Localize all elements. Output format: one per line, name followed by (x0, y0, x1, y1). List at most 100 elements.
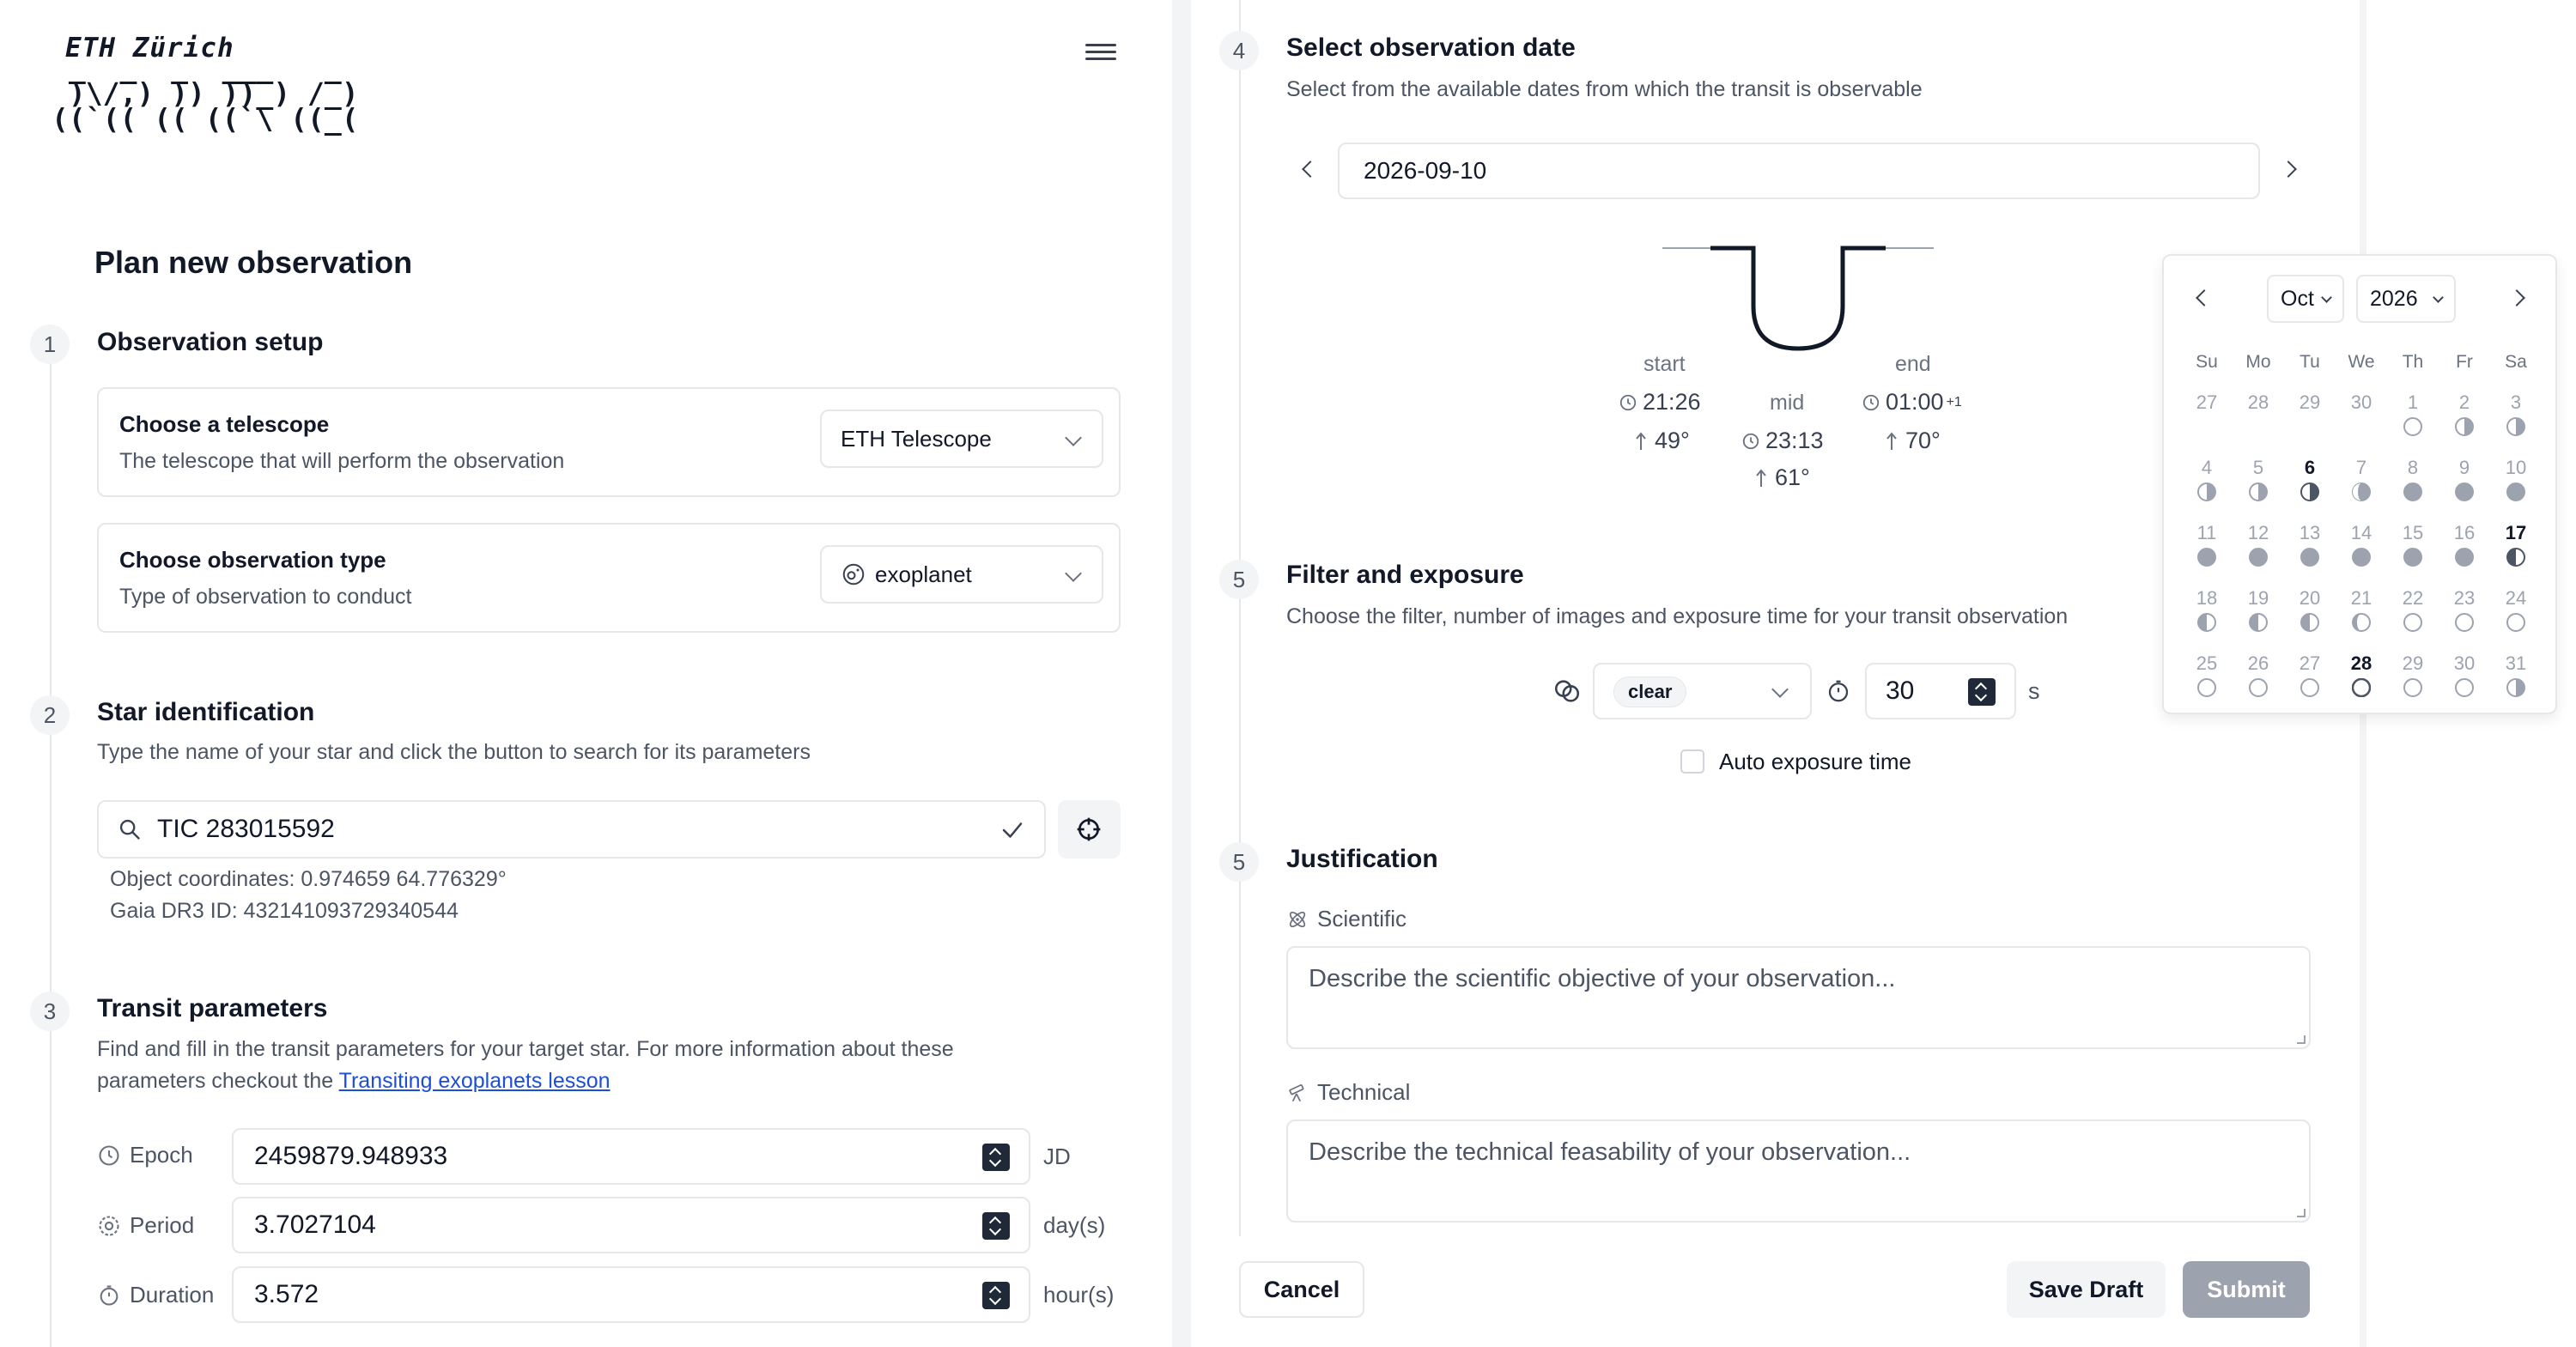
scientific-textarea-box (1286, 946, 2311, 1049)
moon-phase-icon (2455, 613, 2474, 632)
star-search-button[interactable] (1058, 800, 1121, 859)
calendar-day[interactable]: 14 (2336, 522, 2387, 579)
menu-icon[interactable] (1084, 39, 1118, 67)
section-desc-transit: Find and fill in the transit parameters … (97, 1037, 954, 1093)
moon-phase-icon (2506, 678, 2525, 697)
transit-curve (1662, 246, 1934, 351)
calendar-day-number: 28 (2350, 652, 2372, 674)
epoch-stepper[interactable] (982, 1144, 1010, 1171)
calendar-year-select[interactable]: 2026 (2356, 275, 2456, 323)
calendar-day[interactable]: 28 (2233, 391, 2284, 448)
logo-art: ̅)\/̅,) ̅)) ̅)̅)̅_) /̅_) ((`(( (( ((`\ ((… (52, 76, 359, 136)
period-label: Period (97, 1212, 194, 1239)
calendar-day[interactable]: 23 (2439, 587, 2490, 644)
step-number: 2 (30, 695, 70, 735)
calendar-day-number: 4 (2201, 457, 2213, 478)
clock-icon (1742, 433, 1759, 449)
calendar-day[interactable]: 11 (2181, 522, 2233, 579)
calendar-day-number: 28 (2247, 391, 2269, 413)
calendar-day[interactable]: 2 (2439, 391, 2490, 448)
filter-chip: clear (1613, 677, 1687, 707)
calendar-day[interactable]: 12 (2233, 522, 2284, 579)
timer-icon (1828, 680, 1849, 702)
calendar-prev-month-button[interactable] (2186, 283, 2217, 314)
calendar-day[interactable]: 1 (2387, 391, 2439, 448)
submit-button[interactable]: Submit (2183, 1261, 2310, 1318)
telescope-select[interactable]: ETH Telescope (820, 410, 1103, 468)
next-date-button[interactable] (2275, 155, 2306, 185)
star-search-box (97, 800, 1046, 859)
calendar-day[interactable]: 13 (2284, 522, 2336, 579)
calendar-next-month-button[interactable] (2504, 283, 2535, 314)
section-desc-date: Select from the available dates from whi… (1286, 77, 1923, 101)
calendar-day[interactable]: 26 (2233, 652, 2284, 709)
page-title: Plan new observation (94, 245, 413, 280)
resize-handle[interactable] (2297, 1035, 2306, 1044)
calendar-day[interactable]: 27 (2284, 652, 2336, 709)
obs-type-select[interactable]: exoplanet (820, 545, 1103, 604)
calendar-day-number: 13 (2299, 522, 2321, 543)
calendar-day-number: 12 (2247, 522, 2269, 543)
calendar-day-number: 10 (2505, 457, 2527, 478)
moon-phase-icon (2352, 678, 2371, 697)
calendar-day-number: 1 (2407, 391, 2419, 413)
calendar-day[interactable]: 27 (2181, 391, 2233, 448)
calendar-day[interactable]: 9 (2439, 457, 2490, 513)
scientific-textarea[interactable] (1309, 965, 2287, 1034)
calendar-day[interactable]: 25 (2181, 652, 2233, 709)
moon-phase-icon (2403, 678, 2422, 697)
moon-phase-icon (2455, 417, 2474, 436)
period-input[interactable] (254, 1210, 941, 1240)
calendar-day[interactable]: 17 (2490, 522, 2542, 579)
moon-phase-icon (2197, 482, 2216, 501)
scientific-label: Scientific (1286, 906, 1406, 932)
date-input[interactable] (1364, 157, 1674, 185)
duration-stepper[interactable] (982, 1282, 1010, 1309)
moon-phase-icon (2249, 482, 2268, 501)
calendar-day[interactable]: 3 (2490, 391, 2542, 448)
calendar-day[interactable]: 7 (2336, 457, 2387, 513)
calendar-day[interactable]: 15 (2387, 522, 2439, 579)
cancel-button[interactable]: Cancel (1239, 1261, 1364, 1318)
calendar-day[interactable]: 10 (2490, 457, 2542, 513)
prev-date-button[interactable] (1292, 155, 1323, 185)
calendar-day[interactable]: 18 (2181, 587, 2233, 644)
moon-phase-icon (2506, 548, 2525, 567)
filter-select[interactable]: clear (1593, 663, 1812, 719)
calendar-day[interactable]: 29 (2284, 391, 2336, 448)
transit-mid-time: 23:13 (1741, 428, 1824, 454)
calendar-month-select[interactable]: Oct (2267, 275, 2344, 323)
calendar-day-number: 19 (2247, 587, 2269, 609)
exposure-stepper[interactable] (1968, 678, 1996, 706)
calendar-day[interactable]: 30 (2336, 391, 2387, 448)
calendar-day[interactable]: 20 (2284, 587, 2336, 644)
epoch-unit: JD (1043, 1144, 1071, 1169)
transiting-exoplanets-link[interactable]: Transiting exoplanets lesson (339, 1069, 611, 1093)
calendar-day[interactable]: 4 (2181, 457, 2233, 513)
resize-handle[interactable] (2297, 1209, 2306, 1217)
calendar-day[interactable]: 8 (2387, 457, 2439, 513)
period-stepper[interactable] (982, 1212, 1010, 1240)
calendar-day[interactable]: 22 (2387, 587, 2439, 644)
auto-exposure-checkbox[interactable] (1680, 749, 1704, 774)
technical-textarea[interactable] (1309, 1138, 2287, 1207)
calendar-day[interactable]: 21 (2336, 587, 2387, 644)
calendar-day[interactable]: 6 (2284, 457, 2336, 513)
moon-phase-icon (2403, 548, 2422, 567)
epoch-input[interactable] (254, 1142, 941, 1171)
transit-mid-label: mid (1770, 391, 1805, 415)
duration-input[interactable] (254, 1280, 941, 1309)
calendar-day[interactable]: 24 (2490, 587, 2542, 644)
calendar-day[interactable]: 16 (2439, 522, 2490, 579)
calendar-day[interactable]: 19 (2233, 587, 2284, 644)
save-draft-button[interactable]: Save Draft (2007, 1261, 2166, 1318)
star-search-input[interactable] (157, 815, 930, 844)
calendar-day[interactable]: 29 (2387, 652, 2439, 709)
calendar-day[interactable]: 30 (2439, 652, 2490, 709)
calendar-day[interactable]: 5 (2233, 457, 2284, 513)
logo-title: ETH Zürich (65, 33, 234, 64)
calendar-day[interactable]: 28 (2336, 652, 2387, 709)
search-icon (119, 819, 140, 840)
calendar-day[interactable]: 31 (2490, 652, 2542, 709)
exposure-input[interactable] (1886, 677, 1963, 706)
